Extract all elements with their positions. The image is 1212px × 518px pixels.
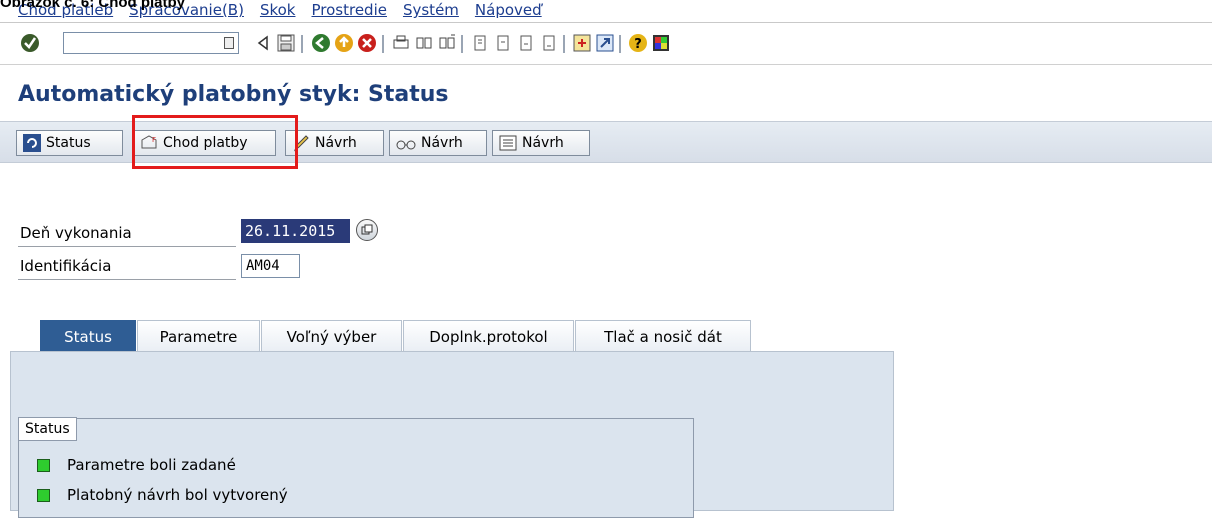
command-field[interactable] bbox=[63, 32, 239, 54]
navrh-display-label: Návrh bbox=[421, 135, 463, 151]
status-item-label: Parametre boli zadané bbox=[67, 456, 236, 474]
navrh-list-label: Návrh bbox=[522, 135, 564, 151]
toolbar-separator bbox=[461, 35, 463, 53]
navrh-edit-label: Návrh bbox=[315, 135, 357, 151]
next-page-icon[interactable] bbox=[516, 33, 536, 53]
status-item-label: Platobný návrh bol vytvorený bbox=[67, 486, 288, 504]
customize-layout-icon[interactable] bbox=[651, 33, 671, 53]
menu-skok[interactable]: Skok bbox=[260, 1, 296, 19]
id-label: Identifikácia bbox=[20, 257, 112, 275]
menu-system[interactable]: Systém bbox=[403, 1, 459, 19]
toolbar-separator bbox=[382, 35, 384, 53]
menu-prostredie[interactable]: Prostredie bbox=[311, 1, 386, 19]
toolbar-separator bbox=[563, 35, 565, 53]
create-session-icon[interactable] bbox=[572, 33, 592, 53]
previous-page-icon[interactable] bbox=[493, 33, 513, 53]
standard-toolbar: ? bbox=[0, 24, 1212, 65]
id-label-underline bbox=[18, 279, 236, 280]
tab-status[interactable]: Status bbox=[40, 320, 136, 352]
id-input[interactable]: AM04 bbox=[241, 254, 300, 278]
first-page-icon[interactable] bbox=[470, 33, 490, 53]
save-icon[interactable] bbox=[276, 33, 296, 53]
status-item: Platobný návrh bol vytvorený bbox=[37, 486, 288, 504]
date-picker-icon[interactable] bbox=[356, 219, 378, 241]
tab-volny-vyber[interactable]: Voľný výber bbox=[261, 320, 402, 352]
svg-text:?: ? bbox=[634, 37, 642, 52]
cancel-red-icon[interactable] bbox=[357, 33, 377, 53]
tab-tlac-nosic-dat[interactable]: Tlač a nosič dát bbox=[575, 320, 751, 352]
figure-caption: Obrázok č. 6: Chod platby bbox=[0, 0, 186, 11]
tab-parametre[interactable]: Parametre bbox=[137, 320, 260, 352]
glasses-icon bbox=[396, 134, 416, 152]
help-icon[interactable]: ? bbox=[628, 33, 648, 53]
list-icon bbox=[499, 134, 517, 152]
navrh-display-button[interactable]: Návrh bbox=[389, 130, 487, 156]
green-led-icon bbox=[37, 458, 50, 472]
status-button-label: Status bbox=[46, 135, 91, 151]
date-label-underline bbox=[18, 246, 236, 247]
highlight-frame bbox=[132, 115, 298, 169]
exit-yellow-icon[interactable] bbox=[334, 33, 354, 53]
page-title: Automatický platobný styk: Status bbox=[18, 82, 449, 107]
green-led-icon bbox=[37, 488, 50, 502]
back-arrow-icon[interactable] bbox=[253, 33, 273, 53]
menu-napoved[interactable]: Nápoveď bbox=[475, 1, 542, 19]
find-icon[interactable] bbox=[414, 33, 434, 53]
date-label: Deň vykonania bbox=[20, 224, 132, 242]
navrh-edit-button[interactable]: Návrh bbox=[285, 130, 384, 156]
last-page-icon[interactable] bbox=[539, 33, 559, 53]
navrh-list-button[interactable]: Návrh bbox=[492, 130, 590, 156]
command-history-icon[interactable] bbox=[224, 37, 234, 49]
status-item: Parametre boli zadané bbox=[37, 456, 236, 474]
date-input[interactable]: 26.11.2015 bbox=[241, 219, 350, 243]
print-icon[interactable] bbox=[391, 33, 411, 53]
toolbar-separator bbox=[301, 35, 303, 53]
enter-check-icon[interactable] bbox=[20, 33, 40, 53]
find-next-icon[interactable] bbox=[437, 33, 457, 53]
status-group-title: Status bbox=[18, 417, 77, 441]
back-green-icon[interactable] bbox=[311, 33, 331, 53]
tab-doplnk-protokol[interactable]: Doplnk.protokol bbox=[403, 320, 574, 352]
refresh-icon bbox=[23, 134, 41, 152]
status-button[interactable]: Status bbox=[16, 130, 123, 156]
toolbar-separator bbox=[619, 35, 621, 53]
shortcut-icon[interactable] bbox=[595, 33, 615, 53]
